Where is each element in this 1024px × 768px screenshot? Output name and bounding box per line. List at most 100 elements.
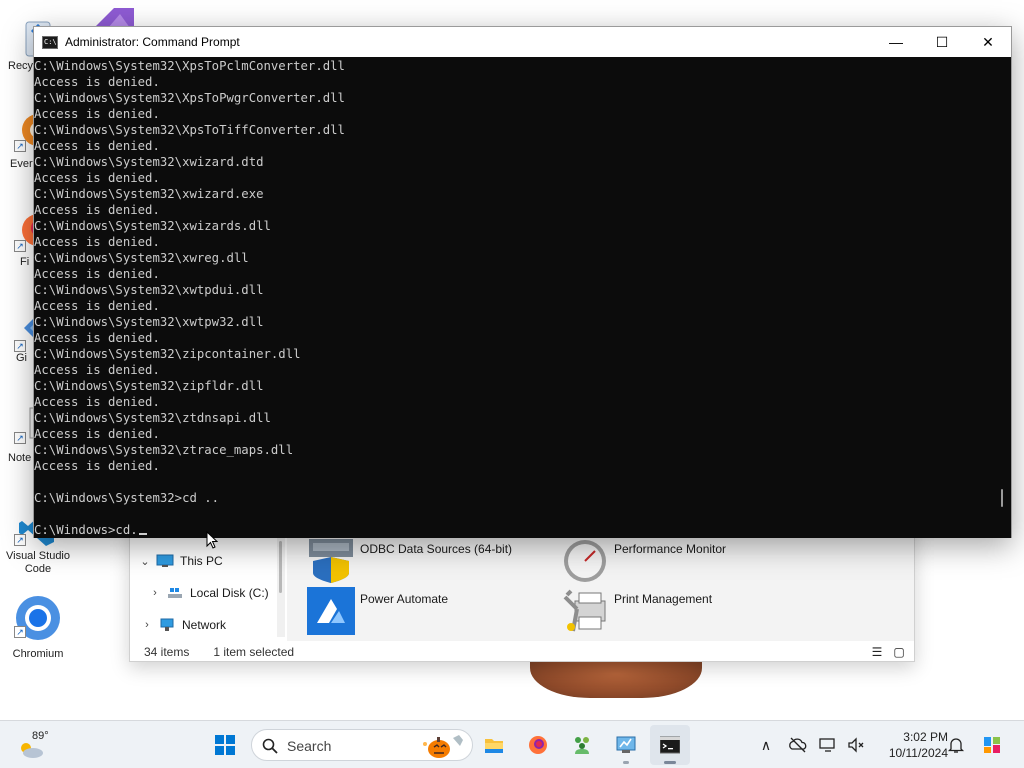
console-line: C:\Windows\System32\xwreg.dll [34,251,249,265]
console-line: C:\Windows\System32\zipfldr.dll [34,379,264,393]
notification-bell-icon[interactable] [946,735,966,755]
taskbar-app-command-prompt[interactable] [650,725,690,765]
title-bar[interactable]: C:\ Administrator: Command Prompt — ☐ ✕ [34,27,1011,57]
console-input-line[interactable]: C:\Windows>cd. [34,522,994,538]
drive-icon [168,588,182,598]
item-label: Performance Monitor [614,542,727,556]
nav-item-this-pc[interactable]: ⌄ This PC [138,549,222,573]
command-prompt-window[interactable]: C:\ Administrator: Command Prompt — ☐ ✕ … [33,26,1012,538]
windows-start-icon [215,735,235,755]
chevron-right-icon[interactable]: › [140,619,154,631]
details-view-button[interactable]: ☰ [869,644,885,660]
item-print-management[interactable]: Print Management [561,587,712,635]
shortcut-arrow-icon: ↗ [14,626,26,638]
system-clock[interactable]: 3:02 PM 10/11/2024 [872,729,948,761]
console-line: Access is denied. [34,203,160,217]
network-status-icon[interactable] [818,735,838,755]
selection-count: 1 item selected [213,644,295,659]
navigation-scrollbar[interactable] [277,537,285,637]
scrollbar-thumb[interactable] [1001,489,1003,507]
taskbar-app-firefox[interactable] [518,725,558,765]
console-line: Access is denied. [34,139,160,153]
item-label: Power Automate [360,592,449,606]
close-button[interactable]: ✕ [965,27,1011,57]
desktop-icon-label: Visual Studio Code [5,550,70,575]
console-line: Access is denied. [34,171,160,185]
item-power-automate[interactable]: Power Automate [307,587,448,635]
item-performance-monitor[interactable]: Performance Monitor [561,537,726,585]
item-label: Print Management [614,592,713,606]
show-hidden-icons-button[interactable]: ∧ [756,735,776,755]
search-input[interactable] [287,736,417,756]
chevron-down-icon[interactable]: ⌄ [138,555,152,568]
console-line: C:\Windows\System32\zipcontainer.dll [34,347,301,361]
minimize-button[interactable]: — [873,27,919,57]
console-line: Access is denied. [34,395,160,409]
maximize-button[interactable]: ☐ [919,27,965,57]
scrollbar-thumb[interactable] [279,541,282,593]
console-line: Access is denied. [34,267,160,281]
mouse-pointer-icon [206,531,218,549]
console-line: Access is denied. [34,427,160,441]
shortcut-arrow-icon: ↗ [14,432,26,444]
taskbar-app-people[interactable] [562,725,602,765]
shortcut-arrow-icon: ↗ [14,340,26,352]
console-line: Access is denied. [34,107,160,121]
item-count: 34 items [144,644,190,659]
console-line: Access is denied. [34,363,160,377]
item-odbc-data-sources[interactable]: ODBC Data Sources (64-bit) [307,537,512,585]
console-line: C:\Windows\System32\xwtpdui.dll [34,283,264,297]
odbc-icon [309,539,353,583]
visual-studio-icon[interactable] [90,6,144,28]
start-button[interactable] [205,725,245,765]
console-line: C:\Windows\System32\ztdnsapi.dll [34,411,271,425]
weather-cloud-icon [21,743,43,758]
shortcut-arrow-icon: ↗ [14,240,26,252]
console-output[interactable]: C:\Windows\System32\XpsToPclmConverter.d… [34,57,994,538]
console-line: C:\Windows\System32\xwtpw32.dll [34,315,264,329]
nav-item-network[interactable]: › Network [140,613,226,637]
command-prompt-icon: C:\ [42,36,58,49]
taskbar-search[interactable] [251,729,473,761]
text-cursor [138,533,147,535]
copilot-icon[interactable] [980,733,1004,757]
print-management-icon [563,589,606,632]
console-line: Access is denied. [34,235,160,249]
nav-item-label: Network [182,618,227,632]
control-panel-items: ODBC Data Sources (64-bit) Performance M… [287,537,914,641]
desktop-icon-chromium[interactable]: ↗ Chromium [0,592,76,662]
console-scrollbar[interactable] [994,57,1011,538]
nav-item-local-disk[interactable]: › Local Disk (C:) [148,581,269,605]
clock-time: 3:02 PM [903,730,948,744]
wallpaper-decoration [530,658,702,698]
console-current-input[interactable]: C:\Windows>cd. [34,523,138,537]
folder-icon [485,739,503,753]
taskbar-app-control-panel[interactable] [606,725,646,765]
terminal-icon [660,736,680,754]
console-line: C:\Windows\System32\XpsToTiffConverter.d… [34,123,345,137]
monitor-icon [156,554,174,567]
console-line: C:\Windows\System32\ztrace_maps.dll [34,443,294,457]
firefox-icon [529,736,547,754]
console-line: C:\Windows\System32\XpsToPclmConverter.d… [34,59,345,73]
running-indicator [623,761,629,764]
chevron-right-icon[interactable]: › [148,587,162,599]
taskbar-app-file-explorer[interactable] [474,725,514,765]
console-line: C:\Windows\System32\xwizard.exe [34,187,264,201]
console-line: C:\Windows\System32>cd .. [34,491,220,505]
nav-item-label: Local Disk (C:) [190,586,269,600]
clock-date: 10/11/2024 [888,746,948,760]
console-line: Access is denied. [34,299,160,313]
console-line: C:\Windows\System32\xwizards.dll [34,219,271,233]
volume-muted-icon[interactable] [846,735,866,755]
console-line: C:\Windows\System32\xwizard.dtd [34,155,264,169]
shortcut-arrow-icon: ↗ [14,140,26,152]
console-line: Access is denied. [34,331,160,345]
tiles-view-button[interactable]: ▢ [891,644,907,660]
desktop-icon-label: Chromium [12,648,64,660]
weather-widget[interactable]: 89° [18,727,52,763]
onedrive-icon[interactable] [788,735,808,755]
console-line: Access is denied. [34,75,160,89]
